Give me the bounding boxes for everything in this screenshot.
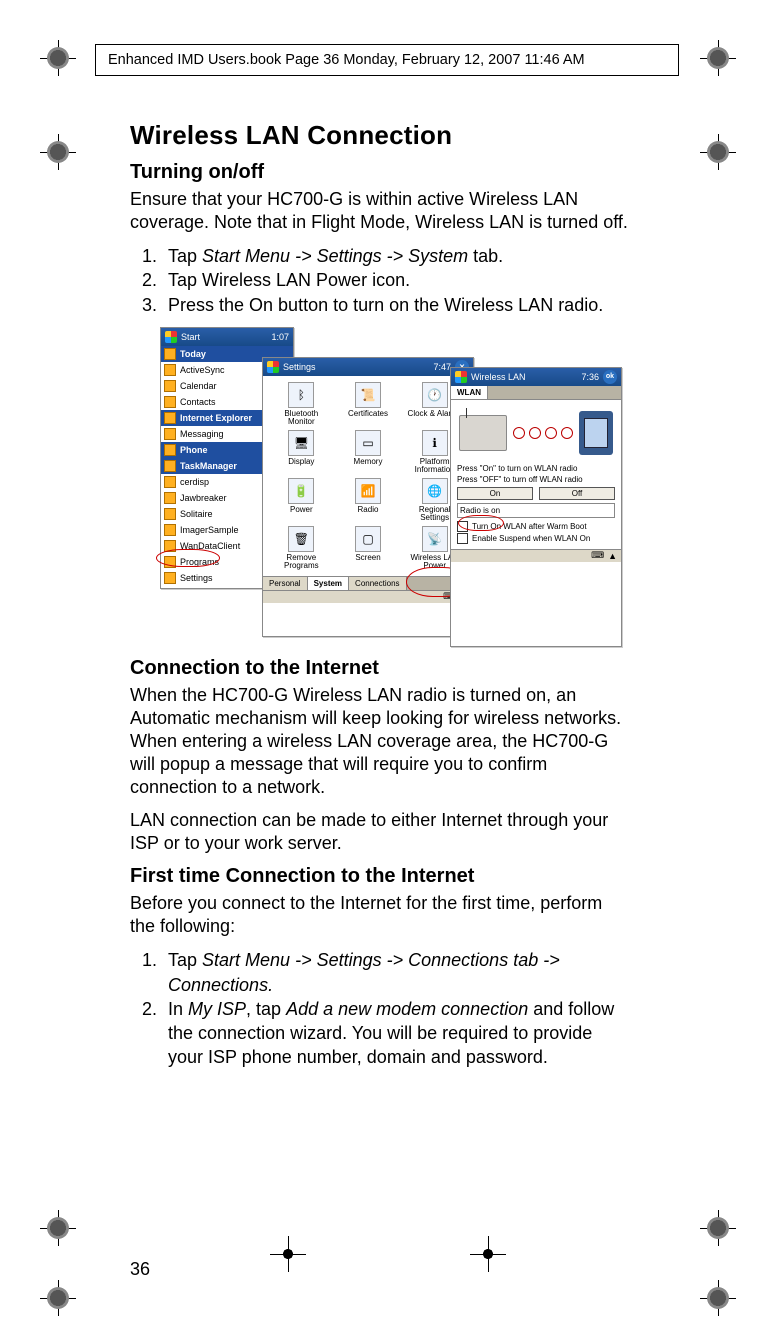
settings-icon-screen[interactable]: ▢Screen: [338, 526, 399, 570]
settings-icon-radio[interactable]: 📶Radio: [338, 478, 399, 522]
settings-icon-bluetooth[interactable]: ᛒBluetooth Monitor: [271, 382, 332, 426]
tab-wlan[interactable]: WLAN: [451, 386, 488, 399]
section-connection-internet-p2: LAN connection can be made to either Int…: [130, 809, 630, 855]
section-turning-onoff-steps: Tap Start Menu -> Settings -> System tab…: [130, 244, 630, 317]
section-turning-onoff-heading: Turning on/off: [130, 161, 630, 184]
figure-screenshots: Start 1:07 Today ActiveSync Calendar Con…: [160, 327, 640, 647]
highlight-ring-settings: [156, 549, 220, 567]
chevron-up-icon[interactable]: ▲: [608, 551, 617, 561]
windows-flag-icon: [165, 331, 177, 343]
window-title: Settings: [283, 362, 316, 372]
router-icon: [459, 415, 507, 451]
on-button[interactable]: On: [457, 487, 533, 500]
page-title: Wireless LAN Connection: [130, 120, 630, 151]
section-first-time-heading: First time Connection to the Internet: [130, 865, 630, 888]
screenshot-wlan-power: Wireless LAN 7:36 ok WLAN Press "On" to …: [450, 367, 622, 647]
tab-connections[interactable]: Connections: [349, 577, 406, 590]
wlan-msg-off: Press "OFF" to turn off WLAN radio: [457, 475, 615, 484]
settings-icon-certificates[interactable]: 📜Certificates: [338, 382, 399, 426]
windows-flag-icon: [455, 371, 467, 383]
wlan-msg-on: Press "On" to turn on WLAN radio: [457, 464, 615, 473]
window-title: Wireless LAN: [471, 372, 526, 382]
crop-info-text: Enhanced IMD Users.book Page 36 Monday, …: [108, 52, 585, 68]
settings-icon-display[interactable]: 🖥Display: [271, 430, 332, 474]
section-connection-internet-heading: Connection to the Internet: [130, 657, 630, 680]
page-content: Wireless LAN Connection Turning on/off E…: [130, 120, 630, 1080]
ok-icon[interactable]: ok: [603, 370, 617, 384]
checkbox-suspend[interactable]: Enable Suspend when WLAN On: [457, 533, 615, 544]
list-item: Press the On button to turn on the Wirel…: [162, 293, 630, 317]
windows-flag-icon: [267, 361, 279, 373]
tab-personal[interactable]: Personal: [263, 577, 308, 590]
highlight-ring-on-button: [458, 515, 504, 531]
list-item: In My ISP, tap Add a new modem connectio…: [162, 997, 630, 1070]
clock-text: 1:07: [271, 332, 289, 342]
section-first-time-intro: Before you connect to the Internet for t…: [130, 892, 630, 938]
page-number: 36: [130, 1259, 150, 1280]
signal-dots-icon: [513, 427, 573, 439]
settings-icon-power[interactable]: 🔋Power: [271, 478, 332, 522]
settings-icon-grid: ᛒBluetooth Monitor 📜Certificates 🕐Clock …: [263, 376, 473, 576]
settings-icon-memory[interactable]: ▭Memory: [338, 430, 399, 474]
handheld-icon: [579, 411, 613, 455]
off-button[interactable]: Off: [539, 487, 615, 500]
clock-text: 7:47: [433, 362, 451, 372]
settings-icon-remove[interactable]: 🗑Remove Programs: [271, 526, 332, 570]
tab-system[interactable]: System: [308, 577, 349, 590]
section-first-time-steps: Tap Start Menu -> Settings -> Connection…: [130, 948, 630, 1069]
list-item: Tap Start Menu -> Settings -> Connection…: [162, 948, 630, 997]
list-item: Tap Wireless LAN Power icon.: [162, 268, 630, 292]
list-item: Tap Start Menu -> Settings -> System tab…: [162, 244, 630, 268]
section-turning-onoff-intro: Ensure that your HC700-G is within activ…: [130, 188, 630, 234]
clock-text: 7:36: [581, 372, 599, 382]
section-connection-internet-p1: When the HC700-G Wireless LAN radio is t…: [130, 684, 630, 799]
keyboard-icon[interactable]: ⌨: [591, 550, 604, 561]
window-title: Start: [181, 332, 200, 342]
